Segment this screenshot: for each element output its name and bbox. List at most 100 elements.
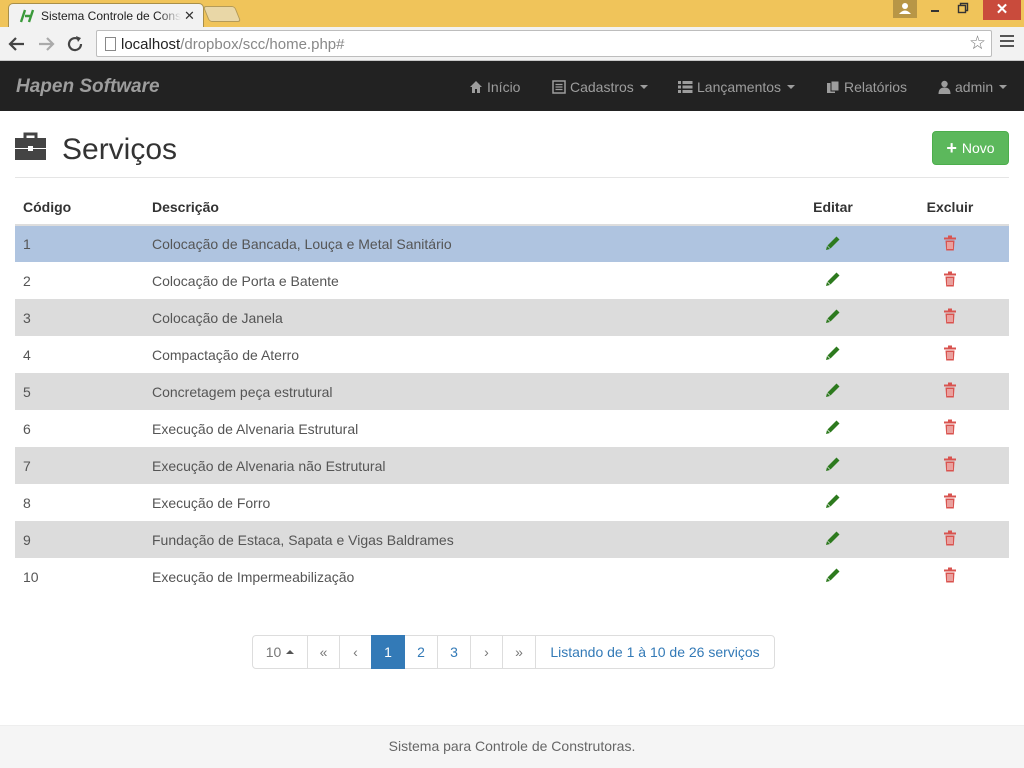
footer: Sistema para Controle de Construtoras. [0,725,1024,768]
pencil-icon[interactable] [825,530,841,546]
pencil-icon[interactable] [825,345,841,361]
cell-codigo: 6 [23,420,31,437]
table-row[interactable]: 5 Concretagem peça estrutural [15,373,1009,410]
restore-button[interactable] [949,0,977,20]
address-bar-area: localhost/dropbox/scc/home.php# ☆ [0,27,1024,61]
browser-menu-icon[interactable] [1000,35,1014,50]
list-alt-icon [552,80,566,94]
nav-item-cadastros[interactable]: Cadastros [552,78,648,96]
brand-name[interactable]: Hapen Software [16,76,160,98]
page-button-3[interactable]: 3 [437,635,471,669]
cell-codigo: 2 [23,272,31,289]
cell-excluir [891,225,1009,262]
cell-excluir [891,558,1009,595]
profile-icon[interactable] [893,0,917,18]
nav-label: Relatórios [844,79,908,95]
nav-item-inicio[interactable]: Início [469,78,520,96]
pagination-summary: Listando de 1 à 10 de 26 serviços [535,635,775,669]
page-header: Serviços + Novo [15,130,1009,178]
table-row[interactable]: 10 Execução de Impermeabilização [15,558,1009,595]
trash-icon[interactable] [943,530,957,546]
cell-descricao: Colocação de Porta e Batente [152,272,339,289]
cell-descricao: Concretagem peça estrutural [144,373,775,410]
new-button-label: Novo [961,140,995,156]
pagination: 10 « ‹ 1 2 3 › » Listando de 1 à 10 de 2… [252,635,775,669]
table-row[interactable]: 2 Colocação de Porta e Batente [15,262,1009,299]
pencil-icon[interactable] [825,567,841,583]
pencil-icon[interactable] [825,419,841,435]
cell-editar [775,484,891,521]
back-arrow-icon[interactable] [5,33,29,55]
first-page-button[interactable]: « [307,635,340,669]
tab-close-icon[interactable]: ✕ [184,8,195,24]
trash-icon[interactable] [943,271,957,287]
table-row[interactable]: 6 Execução de Alvenaria Estrutural [15,410,1009,447]
trash-icon[interactable] [943,493,957,509]
table-row[interactable]: 3 Colocação de Janela [15,299,1009,336]
table-row[interactable]: 1 Colocação de Bancada, Louça e Metal San… [15,225,1009,262]
nav-item-lancamentos[interactable]: Lançamentos [678,78,796,96]
cell-descricao: Execução de Alvenaria Estrutural [152,420,359,437]
trash-icon[interactable] [943,419,957,435]
trash-icon[interactable] [943,308,957,324]
last-page-button[interactable]: » [502,635,536,669]
cell-editar [775,336,891,373]
pencil-icon[interactable] [825,382,841,398]
url-input[interactable]: localhost/dropbox/scc/home.php# ☆ [96,30,992,57]
trash-icon[interactable] [943,567,957,583]
nav-label: Lançamentos [697,79,782,95]
cell-editar [775,262,891,299]
nav-item-admin[interactable]: admin [938,78,1008,96]
page-button-1[interactable]: 1 [371,635,405,669]
hapen-logo-icon [19,9,35,23]
pencil-icon[interactable] [825,271,841,287]
cell-excluir [891,373,1009,410]
trash-icon[interactable] [943,345,957,361]
plus-icon: + [946,138,957,158]
new-tab-button[interactable] [202,6,242,22]
cell-editar [775,521,891,558]
column-header-descricao[interactable]: Descrição [144,189,775,226]
bookmark-star-icon[interactable]: ☆ [969,34,986,54]
nav-label: Início [487,79,521,95]
cell-editar [775,558,891,595]
page-button-2[interactable]: 2 [404,635,438,669]
cell-descricao: Execução de Impermeabilização [152,568,355,585]
table-header-row: Código Descrição Editar Excluir [15,189,1009,226]
pencil-icon[interactable] [825,456,841,472]
reload-icon[interactable] [63,33,87,55]
table-row[interactable]: 4 Compactação de Aterro [15,336,1009,373]
table-row[interactable]: 9 Fundação de Estaca, Sapata e Vigas Bald… [15,521,1009,558]
th-list-icon [678,81,693,93]
table-row[interactable]: 8 Execução de Forro [15,484,1009,521]
column-header-editar: Editar [775,189,891,226]
trash-icon[interactable] [943,456,957,472]
new-service-button[interactable]: + Novo [932,131,1009,165]
pencil-icon[interactable] [825,308,841,324]
nav-label: Cadastros [570,79,634,95]
minimize-button[interactable] [922,0,950,20]
column-header-codigo[interactable]: Código [15,189,144,226]
caret-down-icon [639,85,648,89]
page-size-dropup[interactable]: 10 [252,635,308,669]
nav-item-relatorios[interactable]: Relatórios [826,78,907,96]
table-row[interactable]: 7 Execução de Alvenaria não Estrutural [15,447,1009,484]
next-page-button[interactable]: › [470,635,503,669]
close-window-button[interactable]: ✕ [983,0,1021,20]
pencil-icon[interactable] [825,493,841,509]
trash-icon[interactable] [943,382,957,398]
caret-up-icon [286,650,295,654]
pencil-icon[interactable] [825,235,841,251]
app-navbar: Hapen Software Início Cadastros Lançamen… [0,61,1024,111]
prev-page-button[interactable]: ‹ [339,635,372,669]
url-host: localhost [121,36,181,53]
browser-tab[interactable]: Sistema Controle de Construtoras ✕ [8,3,204,27]
cell-codigo: 5 [15,373,144,410]
forward-arrow-icon[interactable] [34,33,58,55]
column-header-excluir: Excluir [891,189,1009,226]
cell-excluir [891,336,1009,373]
cell-codigo: 7 [15,447,144,484]
cell-editar [775,373,891,410]
cell-excluir [891,262,1009,299]
trash-icon[interactable] [943,235,957,251]
